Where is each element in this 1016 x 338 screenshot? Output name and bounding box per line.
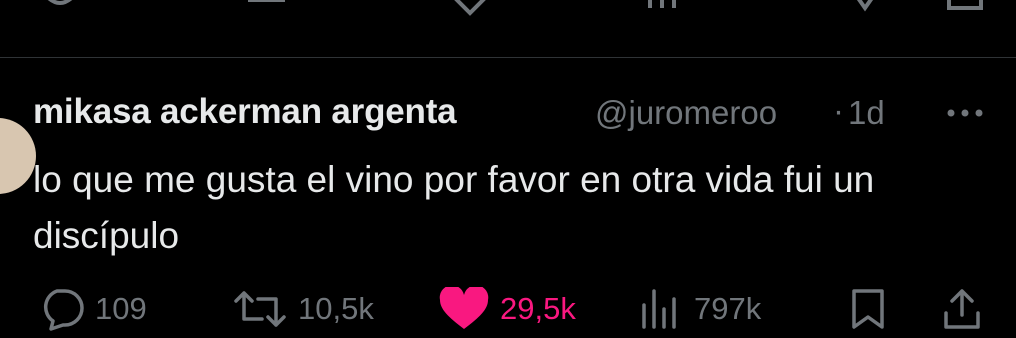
bookmark-icon — [852, 289, 884, 329]
retweet-button[interactable]: 10,5k — [232, 285, 374, 333]
share-icon — [944, 289, 980, 329]
reply-icon — [43, 289, 84, 331]
tweet-divider — [0, 57, 1016, 58]
user-handle[interactable]: @juromeroo — [595, 94, 777, 132]
retweet-count: 10,5k — [298, 291, 374, 326]
share-button[interactable] — [940, 285, 984, 333]
more-options-icon[interactable] — [943, 98, 987, 128]
separator-dot: · — [833, 92, 844, 129]
views-count: 797k — [694, 291, 762, 326]
tweet-text: lo que me gusta el vino por favor en otr… — [33, 159, 875, 256]
like-count: 29,5k — [500, 291, 576, 326]
heart-icon[interactable] — [440, 0, 500, 18]
heart-icon — [439, 287, 489, 329]
reply-button[interactable]: 109 — [37, 285, 147, 333]
bookmark-button[interactable] — [848, 285, 888, 333]
retweet-icon[interactable] — [240, 0, 300, 18]
bookmark-icon[interactable] — [845, 0, 885, 18]
views-icon — [642, 289, 676, 329]
share-icon[interactable] — [945, 0, 985, 18]
retweet-icon — [234, 291, 286, 327]
timestamp[interactable]: 1d — [848, 94, 885, 132]
views-icon[interactable] — [640, 0, 690, 18]
avatar[interactable] — [0, 118, 36, 194]
tweet-actions: 109 10,5k 29,5k 797k — [0, 285, 1016, 333]
reply-icon[interactable] — [30, 0, 90, 18]
views-button[interactable]: 797k — [638, 285, 761, 333]
like-button[interactable]: 29,5k — [438, 285, 576, 333]
reply-count: 109 — [95, 291, 147, 326]
display-name[interactable]: mikasa ackerman argenta — [33, 92, 457, 132]
previous-tweet-actions — [0, 0, 1016, 18]
